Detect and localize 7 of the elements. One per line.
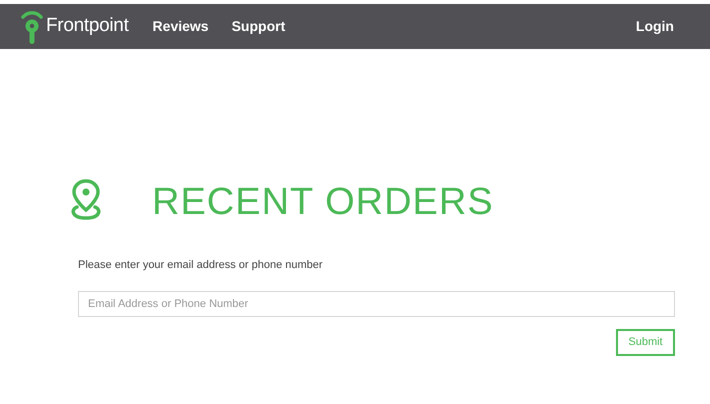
nav-link[interactable]: Support bbox=[232, 16, 286, 37]
email-phone-input[interactable]: Email Address or Phone Number bbox=[78, 290, 675, 316]
instruction-text: Please enter your email address or phone number bbox=[78, 258, 324, 273]
login-link[interactable]: Login bbox=[636, 16, 674, 37]
nav-link[interactable]: Reviews bbox=[152, 16, 209, 37]
brand-name[interactable]: Frontpoint bbox=[46, 12, 129, 41]
page-title: RECENT ORDERS bbox=[152, 183, 494, 221]
